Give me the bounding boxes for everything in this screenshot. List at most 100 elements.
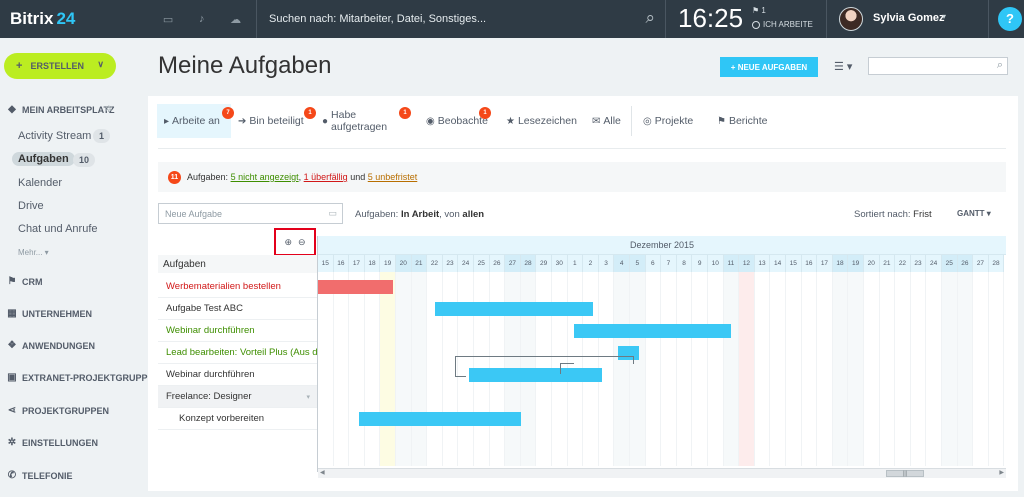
day-label: 15 xyxy=(786,255,802,272)
filter-owner-link[interactable]: allen xyxy=(462,209,484,220)
scroll-left-icon[interactable]: ◀ xyxy=(320,469,325,476)
filter-status-link[interactable]: In Arbeit xyxy=(401,209,439,220)
gantt-bar[interactable] xyxy=(573,324,732,338)
day-label: 27 xyxy=(505,255,521,272)
create-button[interactable]: + ERSTELLEN ∨ xyxy=(4,53,116,79)
new-task-input[interactable]: Neue Aufgabe ▭ xyxy=(158,203,343,224)
task-name[interactable]: Aufgabe Test ABC xyxy=(166,303,243,314)
gantt-bar[interactable] xyxy=(469,368,602,382)
keyboard-icon[interactable]: ▭ xyxy=(328,208,337,219)
gear-icon[interactable]: ✲ xyxy=(105,104,113,115)
help-button[interactable]: ? xyxy=(998,7,1022,31)
day-label: 20 xyxy=(864,255,880,272)
avatar[interactable] xyxy=(839,7,863,31)
tab-participating[interactable]: ➔ Bin beteiligt 1 xyxy=(231,104,316,138)
scroll-right-icon[interactable]: ▶ xyxy=(999,469,1004,476)
tab-label: Arbeite an xyxy=(172,115,220,127)
tab-assigned[interactable]: ● Habe aufgetragen 1 xyxy=(315,104,419,138)
dependency-line xyxy=(560,363,574,364)
sidebar-section-workspace[interactable]: ◆ MEIN ARBEITSPLATZ xyxy=(6,104,114,115)
phone-icon: ✆ xyxy=(7,470,17,481)
day-column xyxy=(957,272,974,466)
task-row[interactable]: Werbematerialien bestellen xyxy=(158,276,317,298)
task-name[interactable]: Konzept vorbereiten xyxy=(179,413,264,424)
gantt-bar[interactable] xyxy=(617,346,640,360)
filter-search-input[interactable]: ⌕ xyxy=(868,57,1008,75)
sidebar-item-chat[interactable]: Chat und Anrufe xyxy=(18,223,98,235)
section-label: CRM xyxy=(22,276,43,287)
horizontal-scrollbar[interactable]: ◀ ||| ▶ xyxy=(318,468,1006,478)
search-icon: ⌕ xyxy=(996,59,1003,71)
sidebar-section-apps[interactable]: ❖ ANWENDUNGEN xyxy=(6,340,95,351)
sidebar-section-crm[interactable]: ⚑ CRM xyxy=(6,276,43,287)
not-shown-link[interactable]: 5 nicht angezeigt xyxy=(231,172,299,182)
gantt-bar[interactable] xyxy=(435,302,593,316)
day-column xyxy=(708,272,724,466)
task-name[interactable]: Webinar durchführen xyxy=(166,369,255,380)
gear-icon: ✲ xyxy=(7,437,17,448)
zoom-out-icon[interactable]: ⊖ xyxy=(298,237,306,248)
task-name[interactable]: Freelance: Designer xyxy=(166,391,252,402)
day-label: 15 xyxy=(318,255,334,272)
work-status[interactable]: ⚑ 1 ICH ARBEITE xyxy=(752,4,813,32)
task-row[interactable]: Konzept vorbereiten xyxy=(158,408,317,430)
day-label: 19 xyxy=(848,255,864,272)
sidebar-section-company[interactable]: ▦ UNTERNEHMEN xyxy=(6,308,92,319)
day-column xyxy=(692,272,708,466)
sidebar-item-calendar[interactable]: Kalender xyxy=(18,177,62,189)
sidebar-item-tasks[interactable]: Aufgaben xyxy=(12,152,75,166)
logo[interactable]: Bitrix 24 xyxy=(0,9,150,29)
list-menu-icon[interactable]: ☰ ▾ xyxy=(834,60,852,73)
task-group-row[interactable]: Freelance: Designer ▾ xyxy=(158,386,317,408)
zoom-in-icon[interactable]: ⊕ xyxy=(284,237,292,248)
sidebar-item-drive[interactable]: Drive xyxy=(18,200,44,212)
tab-all[interactable]: ✉ Alle xyxy=(585,104,627,138)
sort-control[interactable]: Sortiert nach: Frist xyxy=(854,209,932,220)
sidebar-item-activity-stream[interactable]: Activity Stream xyxy=(18,130,91,142)
dependency-line xyxy=(455,356,633,357)
chat-icon[interactable]: ▭ xyxy=(163,13,173,26)
no-deadline-link[interactable]: 5 unbefristet xyxy=(368,172,418,182)
day-label: 29 xyxy=(536,255,552,272)
chevron-down-icon[interactable]: ▾ xyxy=(306,393,310,401)
view-mode-selector[interactable]: GANTT ▾ xyxy=(957,209,991,218)
day-column xyxy=(739,272,755,466)
task-row[interactable]: Aufgabe Test ABC xyxy=(158,298,317,320)
search-icon[interactable]: ⌕ xyxy=(645,8,655,28)
tab-bookmarks[interactable]: ★ Lesezeichen xyxy=(499,104,585,138)
cloud-icon[interactable]: ☁ xyxy=(230,13,241,26)
tab-watching[interactable]: ◉ Beobachte 1 xyxy=(419,104,499,138)
task-row[interactable]: Webinar durchführen xyxy=(158,364,317,386)
tasks-panel: ▸ Arbeite an 7 ➔ Bin beteiligt 1 ● Habe auf… xyxy=(148,96,1018,491)
task-name[interactable]: Webinar durchführen xyxy=(166,325,255,336)
sidebar-section-groups[interactable]: ⋖ PROJEKTGRUPPEN xyxy=(6,405,109,416)
sidebar-section-extranet[interactable]: ▣ EXTRANET-PROJEKTGRUPPEN xyxy=(6,372,160,383)
chevron-down-icon[interactable]: ▾ xyxy=(942,12,946,21)
task-name[interactable]: Lead bearbeiten: Vorteil Plus (Aus der xyxy=(166,347,317,358)
gantt-bar[interactable] xyxy=(318,280,393,294)
tab-projects[interactable]: ◎ Projekte xyxy=(636,104,710,138)
gantt-bar[interactable] xyxy=(358,412,521,426)
user-name[interactable]: Sylvia Gomez xyxy=(873,12,945,24)
apps-icon: ❖ xyxy=(7,340,17,351)
tab-working[interactable]: ▸ Arbeite an 7 xyxy=(157,104,234,138)
chevron-down-icon: ∨ xyxy=(97,59,104,69)
day-label: 5 xyxy=(630,255,646,272)
sidebar-more-link[interactable]: Mehr... ▾ xyxy=(18,248,49,257)
new-task-button[interactable]: + NEUE AUFGABEN xyxy=(720,57,818,77)
global-search-input[interactable]: Suchen nach: Mitarbeiter, Datei, Sonstig… xyxy=(256,0,666,38)
day-label: 21 xyxy=(879,255,896,272)
company-icon: ▦ xyxy=(7,308,17,319)
overdue-link[interactable]: 1 überfällig xyxy=(304,172,348,182)
task-row[interactable]: Webinar durchführen xyxy=(158,320,317,342)
sidebar-section-telephony[interactable]: ✆ TELEFONIE xyxy=(6,470,73,481)
day-column xyxy=(411,272,428,466)
scrollbar-thumb[interactable]: ||| xyxy=(886,470,924,477)
bell-icon[interactable]: ♪ xyxy=(199,13,205,26)
search-placeholder: Suchen nach: Mitarbeiter, Datei, Sonstig… xyxy=(269,13,487,25)
task-name[interactable]: Werbematerialien bestellen xyxy=(166,281,281,292)
task-row[interactable]: Lead bearbeiten: Vorteil Plus (Aus der xyxy=(158,342,317,364)
sidebar-section-settings[interactable]: ✲ EINSTELLUNGEN xyxy=(6,437,98,448)
top-icons: ▭ ♪ ☁ xyxy=(150,13,254,26)
tab-reports[interactable]: ⚑ Berichte xyxy=(710,104,780,138)
